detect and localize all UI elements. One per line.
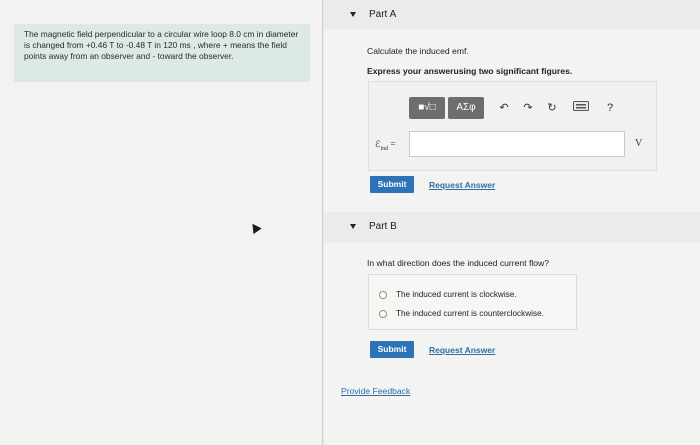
emf-label: ℰind = <box>375 139 395 152</box>
part-b-title: Part B <box>369 221 397 232</box>
mouse-cursor-icon <box>248 220 262 235</box>
part-a-request-answer-link[interactable]: Request Answer <box>429 180 495 190</box>
emf-equals: = <box>390 139 396 149</box>
collapse-triangle-icon[interactable] <box>350 12 356 17</box>
choice-label: The induced current is counterclockwise. <box>396 309 544 318</box>
greek-symbols-button[interactable]: ΑΣφ <box>448 97 484 119</box>
provide-feedback-link[interactable]: Provide Feedback <box>341 386 410 396</box>
part-a-prompt: Calculate the induced emf. <box>367 46 469 56</box>
reset-icon[interactable]: ↻ <box>543 99 561 117</box>
problem-statement: The magnetic field perpendicular to a ci… <box>14 24 310 82</box>
part-b-request-answer-link[interactable]: Request Answer <box>429 345 495 355</box>
part-b-header[interactable]: Part B <box>324 212 700 242</box>
answer-entry-panel <box>368 81 657 171</box>
part-a-instruction: Express your answerusing two significant… <box>367 66 573 76</box>
unit-label: V <box>635 138 643 149</box>
undo-icon[interactable]: ↶ <box>495 99 513 117</box>
template-button[interactable]: ■√□ <box>409 97 445 119</box>
emf-subscript: ind <box>380 145 389 152</box>
part-b-submit-button[interactable]: Submit <box>370 341 414 358</box>
answer-pane: Part A Calculate the induced emf. Expres… <box>324 0 700 445</box>
choices-panel: The induced current is clockwise. The in… <box>368 274 577 330</box>
problem-pane: The magnetic field perpendicular to a ci… <box>0 0 323 445</box>
part-a-submit-button[interactable]: Submit <box>370 176 414 193</box>
part-a-title: Part A <box>369 9 397 20</box>
emf-answer-input[interactable] <box>409 131 625 157</box>
radio-button[interactable] <box>379 291 387 299</box>
help-icon[interactable]: ? <box>601 99 619 117</box>
problem-text: The magnetic field perpendicular to a ci… <box>24 29 299 61</box>
keyboard-icon[interactable] <box>569 99 593 117</box>
radio-button[interactable] <box>379 310 387 318</box>
part-b-prompt: In what direction does the induced curre… <box>367 258 550 268</box>
choice-label: The induced current is clockwise. <box>396 290 517 299</box>
collapse-triangle-icon[interactable] <box>350 224 356 229</box>
redo-icon[interactable]: ↷ <box>519 99 537 117</box>
part-a-header[interactable]: Part A <box>324 0 700 30</box>
math-toolbar: ■√□ ΑΣφ ↶ ↷ ↻ ? <box>409 97 613 119</box>
